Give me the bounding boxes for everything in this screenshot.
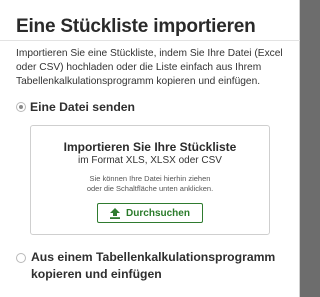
option-spreadsheet[interactable]: Aus einem Tabellenkalkulationsprogramm k… [16,249,286,283]
upload-icon [110,207,121,219]
upload-dropzone[interactable]: Importieren Sie Ihre Stückliste im Forma… [30,125,270,235]
send-file-label[interactable]: Eine Datei senden [30,99,135,115]
dialog-intro: Importieren Sie eine Stückliste, indem S… [16,48,283,87]
send-file-radio[interactable] [16,102,26,112]
dialog-title: Eine Stückliste importieren [16,16,256,37]
spreadsheet-label[interactable]: Aus einem Tabellenkalkulationsprogramm k… [31,249,286,283]
upload-formats: im Format XLS, XLSX oder CSV [78,155,222,166]
option-send-file[interactable]: Eine Datei senden [16,99,135,115]
upload-hint: Sie können Ihre Datei hierhin ziehen ode… [31,174,269,194]
upload-hint-line2: oder die Schaltfläche unten anklicken. [86,184,214,193]
upload-title: Importieren Sie Ihre Stückliste [63,140,237,154]
browse-button-label: Durchsuchen [126,207,190,219]
spreadsheet-radio[interactable] [16,253,26,263]
divider [0,40,300,41]
upload-hint-line1: Sie können Ihre Datei hierhin ziehen [89,174,211,183]
browse-button[interactable]: Durchsuchen [97,203,203,223]
import-bom-dialog: Eine Stückliste importieren Importieren … [0,0,300,297]
